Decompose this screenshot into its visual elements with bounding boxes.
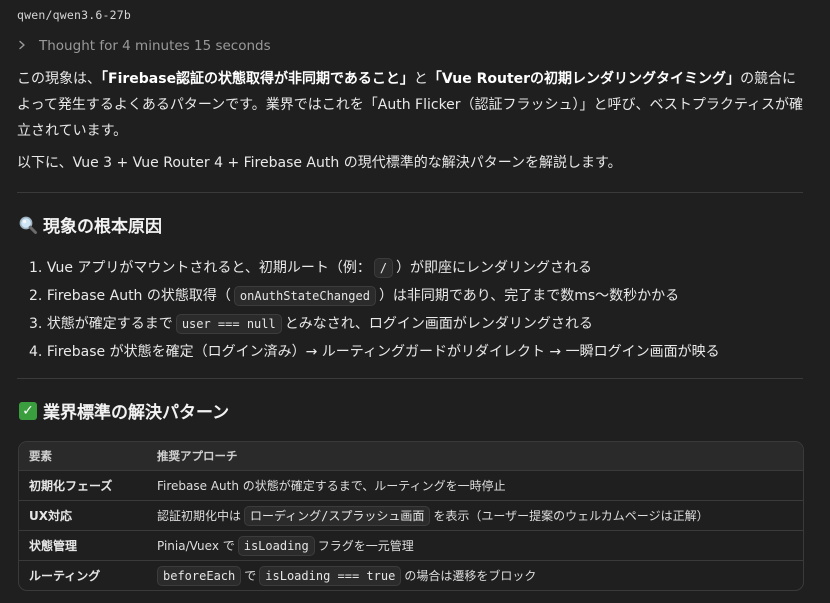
table-cell: beforeEach で isLoading === true の場合は遷移をブロック [157,565,803,586]
divider [17,192,803,193]
table-row: 初期化フェーズ Firebase Auth の状態が確定するまで、ルーティングを… [19,470,803,500]
chevron-right-icon [17,39,33,53]
divider [17,378,803,379]
table-cell: 初期化フェーズ [29,479,113,493]
list-item: 4. Firebase が状態を確定（ログイン済み）→ ルーティングガードがリダ… [29,344,720,360]
table-cell: Pinia/Vuex で isLoading フラグを一元管理 [157,535,803,556]
column-header: 要素 [29,449,52,463]
thought-label: Thought for 4 minutes 15 seconds [39,38,271,54]
intro-paragraph: この現象は、「Firebase認証の状態取得が非同期であること」と「Vue Ro… [17,71,803,139]
inline-code: isLoading [237,535,315,556]
inline-code: beforeEach [157,565,242,586]
solution-table: 要素 推奨アプローチ 初期化フェーズ Firebase Auth の状態が確定す… [18,441,804,591]
list-item: 3. 状態が確定するまで user === null とみなされ、ログイン画面がレン… [29,314,593,334]
emphasis-vue-router: 「Vue Routerの初期レンダリングタイミング」 [427,71,741,87]
magnifier-icon [17,214,39,236]
inline-code: onAuthStateChanged [233,286,376,306]
table-cell: UX対応 [29,509,72,523]
section-heading-root-cause: 現象の根本原因 [17,212,162,237]
intro-paragraph-2: 以下に、Vue 3 + Vue Router 4 + Firebase Auth… [17,155,622,171]
table-row: UX対応 認証初期化中は ローディング/スプラッシュ画面 を表示（ユーザー提案のウェ… [19,500,803,530]
table-header: 要素 推奨アプローチ [19,442,803,470]
section-heading-solution: ✓ 業界標準の解決パターン [17,398,229,423]
model-name: qwen/qwen3.6-27b [17,8,131,22]
table-row: 状態管理 Pinia/Vuex で isLoading フラグを一元管理 [19,530,803,560]
emphasis-firebase: 「Firebase認証の状態取得が非同期であること」 [101,71,414,87]
root-cause-list: 1. Vue アプリがマウントされると、初期ルート（例： / ）が即座にレンダリング… [29,254,720,366]
table-cell: 認証初期化中は ローディング/スプラッシュ画面 を表示（ユーザー提案のウェルカムペー… [157,505,803,526]
thought-toggle[interactable]: Thought for 4 minutes 15 seconds [17,38,271,54]
table-row: ルーティング beforeEach で isLoading === true の場合は… [19,560,803,590]
inline-code: isLoading === true [259,565,402,586]
check-icon: ✓ [19,401,37,420]
inline-code: user === null [175,314,282,334]
column-header: 推奨アプローチ [157,449,238,463]
table-cell: ルーティング [29,569,101,583]
table-cell: Firebase Auth の状態が確定するまで、ルーティングを一時停止 [157,479,506,493]
inline-code: ローディング/スプラッシュ画面 [244,505,431,526]
list-item: 1. Vue アプリがマウントされると、初期ルート（例： / ）が即座にレンダリング… [29,258,593,278]
inline-code: / [373,258,394,278]
table-cell: 状態管理 [29,539,78,553]
list-item: 2. Firebase Auth の状態取得（ onAuthStateChange… [29,286,680,306]
